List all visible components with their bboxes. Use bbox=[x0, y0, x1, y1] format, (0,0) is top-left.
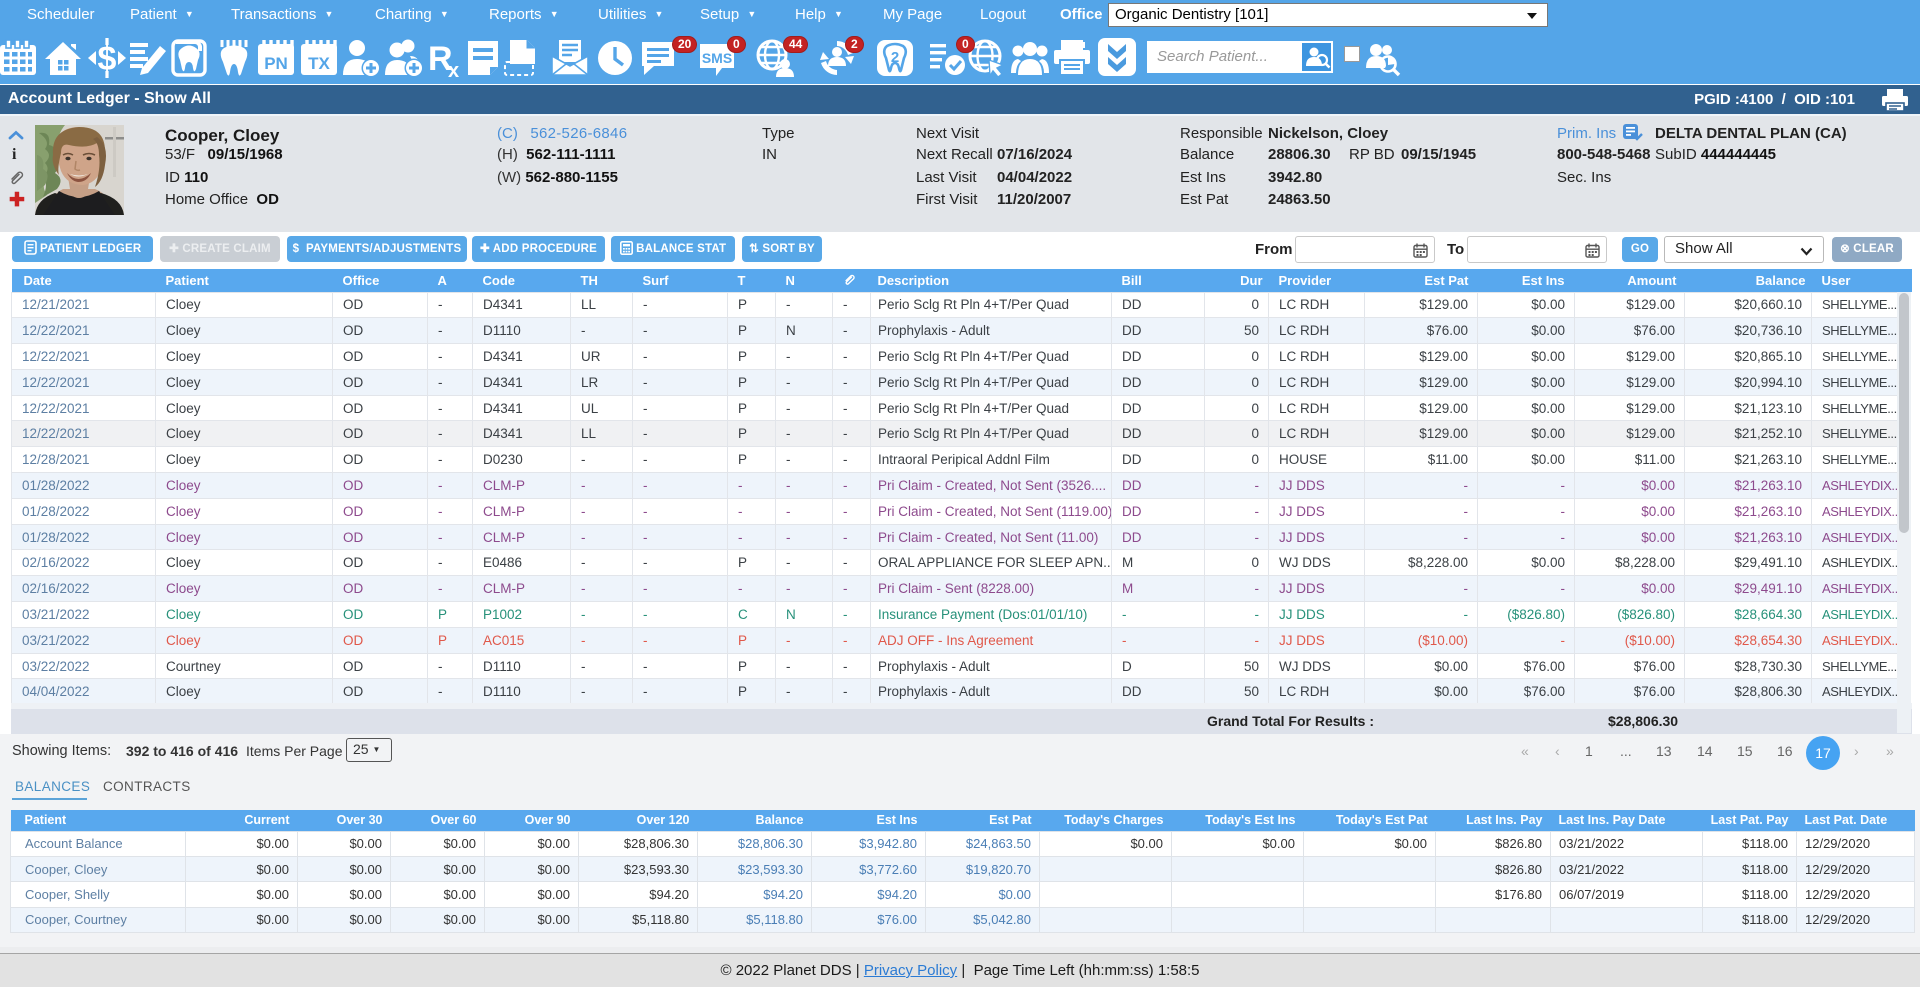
svg-text:PN: PN bbox=[264, 54, 288, 73]
svg-text:SMS: SMS bbox=[702, 50, 732, 66]
svg-text:2: 2 bbox=[891, 49, 899, 66]
svg-text:x: x bbox=[448, 60, 459, 78]
svg-text:TX: TX bbox=[308, 54, 330, 73]
